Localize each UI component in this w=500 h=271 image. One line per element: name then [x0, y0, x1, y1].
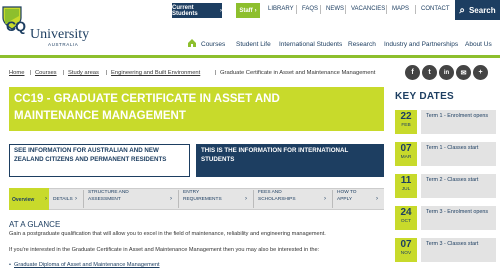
key-dates-title: KEY DATES	[395, 91, 455, 102]
twitter-icon[interactable]: t	[422, 65, 437, 80]
related-courses-paragraph: If you're interested in the Graduate Cer…	[9, 247, 320, 253]
facebook-icon[interactable]: f	[405, 65, 420, 80]
key-date-badge: 24 OCT	[395, 206, 417, 230]
tab-divider	[253, 190, 254, 208]
chevron-right-icon: ›	[254, 7, 257, 14]
nav-item-industry-partnerships[interactable]: Industry and Partnerships	[384, 41, 458, 48]
page-title: CC19 - Graduate Certificate in Asset and…	[14, 93, 280, 122]
chevron-right-icon: ›	[170, 196, 172, 202]
domestic-info-link[interactable]: See information for Australian and New Z…	[14, 147, 186, 164]
chevron-right-icon: ›	[376, 196, 378, 202]
logo-cq-text: CQ	[6, 18, 26, 34]
nav-item-international-students[interactable]: International Students	[279, 41, 342, 48]
tab-divider	[332, 190, 333, 208]
key-date-day: 07	[400, 239, 412, 250]
current-students-label: Current Students	[172, 4, 198, 17]
logo-australia-text: AUSTRALIA	[48, 42, 79, 47]
nav-item-courses[interactable]: Courses	[201, 41, 225, 48]
breadcrumb-separator: |	[106, 70, 108, 76]
bullet-icon: •	[9, 262, 11, 268]
key-date-badge: 22 FEB	[395, 110, 417, 134]
search-button[interactable]: ⌕ Search	[455, 0, 500, 20]
key-date-label[interactable]: Term 1 - Enrolment opens	[426, 113, 492, 120]
breadcrumb-study-areas[interactable]: Study areas	[68, 70, 99, 76]
maps-link[interactable]: MAPS	[392, 6, 409, 12]
tab-overview-label: Overview	[12, 197, 35, 203]
staff-button[interactable]: Staff ›	[236, 3, 260, 18]
overview-paragraph: Gain a postgraduate qualification that w…	[9, 231, 326, 237]
key-date-label[interactable]: Term 2 - Classes start	[426, 177, 492, 184]
tab-structure-assessment[interactable]: Structure and Assessment	[88, 190, 146, 203]
staff-label: Staff	[239, 7, 253, 14]
key-date-badge: 07 MAR	[395, 142, 417, 166]
search-label: Search	[468, 5, 496, 15]
linkedin-icon[interactable]: in	[439, 65, 454, 80]
key-date-month: MAR	[400, 155, 412, 160]
search-icon: ⌕	[459, 4, 465, 16]
chevron-right-icon: ›	[45, 196, 47, 202]
key-date-day: 07	[400, 143, 412, 154]
key-date-badge: 11 JUL	[395, 174, 417, 198]
faqs-link[interactable]: FAQS	[302, 6, 318, 12]
home-icon[interactable]	[187, 38, 197, 48]
divider	[415, 5, 416, 14]
key-date-label[interactable]: Term 1 - Classes start	[426, 145, 492, 152]
key-date-label[interactable]: Term 3 - Enrolment opens	[426, 209, 492, 216]
key-date-day: 22	[400, 111, 412, 122]
tab-how-to-apply[interactable]: How to Apply	[337, 190, 367, 203]
tab-divider	[83, 190, 84, 208]
chevron-right-icon: ›	[324, 196, 326, 202]
email-icon[interactable]: ✉	[456, 65, 471, 80]
chevron-right-icon: ›	[220, 7, 222, 14]
key-date-badge: 07 NOV	[395, 238, 417, 262]
breadcrumb-current: Graduate Certificate in Asset and Mainte…	[220, 70, 376, 76]
divider	[345, 5, 346, 14]
logo-university-text: University	[30, 27, 90, 42]
breadcrumb-courses[interactable]: Courses	[35, 70, 57, 76]
key-date-month: FEB	[401, 123, 411, 128]
vacancies-link[interactable]: VACANCIES	[351, 6, 385, 12]
key-date-day: 11	[400, 175, 412, 186]
current-students-button[interactable]: Current Students ›	[172, 3, 222, 18]
library-link[interactable]: LIBRARY	[268, 6, 294, 12]
divider	[386, 5, 387, 14]
tab-divider	[178, 190, 179, 208]
nav-item-about-us[interactable]: About Us	[465, 41, 492, 48]
international-info-label: This is the information for internationa…	[201, 147, 349, 163]
breadcrumb-home[interactable]: Home	[9, 70, 24, 76]
nav-item-student-life[interactable]: Student Life	[236, 41, 271, 48]
key-date-month: JUL	[401, 187, 411, 192]
divider	[320, 5, 321, 14]
breadcrumb-separator: |	[215, 70, 217, 76]
chevron-right-icon: ›	[75, 196, 77, 202]
tab-entry-requirements[interactable]: Entry Requirements	[183, 190, 233, 203]
share-icon[interactable]: +	[473, 65, 488, 80]
news-link[interactable]: NEWS	[326, 6, 344, 12]
tab-details[interactable]: Details	[53, 197, 73, 204]
key-date-month: NOV	[400, 251, 412, 256]
key-date-month: OCT	[400, 219, 412, 224]
divider	[296, 5, 297, 14]
chevron-right-icon: ›	[245, 196, 247, 202]
section-heading: AT A GLANCE	[9, 220, 61, 229]
tab-fees-scholarships[interactable]: Fees and Scholarships	[258, 190, 313, 203]
breadcrumb-separator: |	[63, 70, 65, 76]
key-date-label[interactable]: Term 3 - Classes start	[426, 241, 492, 248]
breadcrumb-engineering[interactable]: Engineering and Built Environment	[111, 70, 200, 76]
related-course-link[interactable]: Graduate Diploma of Asset and Maintenanc…	[14, 262, 160, 268]
key-date-day: 24	[400, 207, 412, 218]
breadcrumb-separator: |	[30, 70, 32, 76]
nav-item-research[interactable]: Research	[348, 41, 376, 48]
contact-link[interactable]: CONTACT	[421, 6, 450, 12]
nav-divider	[0, 55, 500, 58]
